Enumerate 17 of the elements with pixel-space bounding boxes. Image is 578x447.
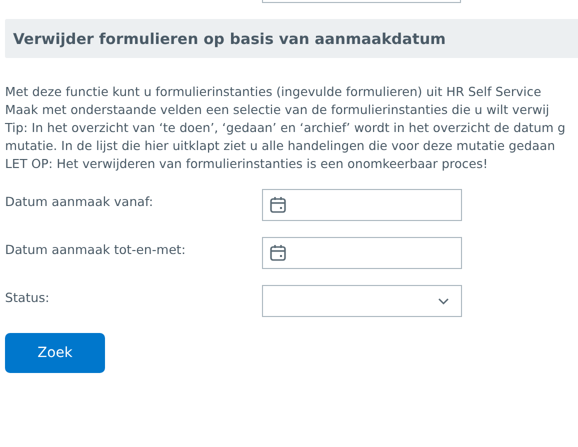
intro-text-line: LET OP: Het verwijderen van formulierinstanties is een onomkeerbaar proces! <box>5 155 488 173</box>
chevron-down-icon <box>438 298 449 304</box>
calendar-icon <box>269 244 287 262</box>
input-field[interactable] <box>262 0 461 3</box>
field-label: Status: <box>5 289 50 305</box>
status-dropdown[interactable] <box>262 285 462 317</box>
date-field[interactable] <box>262 237 462 269</box>
intro-text-line: Tip: In het overzicht van ‘te doen’, ‘gedaan’ en ‘archief’ wordt in het overzicht de datum g <box>5 119 566 137</box>
date-field[interactable] <box>262 189 462 221</box>
calendar-icon <box>269 196 287 214</box>
intro-text-line: mutatie. In de lijst die hier uitklapt ziet u alle handelingen die voor deze mutatie gedaan <box>5 137 556 155</box>
intro-text-line: Met deze functie kunt u formulierinstanties (ingevulde formulieren) uit HR Self Service <box>5 83 542 101</box>
section-title: Verwijder formulieren op basis van aanmaakdatum <box>13 30 446 48</box>
field-label: Datum aanmaak vanaf: <box>5 193 154 209</box>
intro-text-line: Maak met onderstaande velden een selectie van de formulierinstanties die u wilt verwij <box>5 101 550 119</box>
search-button[interactable]: Zoek <box>5 333 105 373</box>
field-label: Datum aanmaak tot-en-met: <box>5 241 186 257</box>
